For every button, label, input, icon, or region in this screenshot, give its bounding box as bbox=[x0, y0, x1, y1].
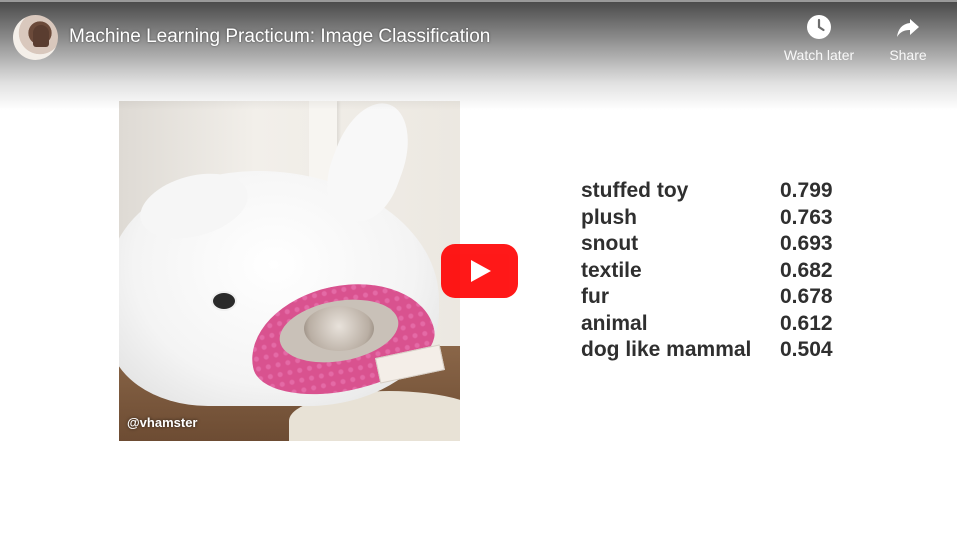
clock-icon bbox=[807, 15, 831, 39]
photo-credit: @vhamster bbox=[127, 415, 198, 430]
prediction-row: stuffed toy 0.799 bbox=[581, 178, 833, 205]
plush-eye bbox=[211, 291, 237, 311]
play-button[interactable] bbox=[441, 244, 518, 298]
prediction-score: 0.763 bbox=[780, 205, 833, 229]
prediction-label: animal bbox=[581, 311, 648, 335]
prediction-label: plush bbox=[581, 205, 637, 229]
prediction-label: snout bbox=[581, 232, 639, 256]
prediction-row: snout 0.693 bbox=[581, 231, 833, 258]
cat-face bbox=[304, 306, 374, 351]
channel-avatar[interactable] bbox=[13, 15, 58, 60]
watch-later-label: Watch later bbox=[783, 47, 855, 63]
prediction-row: plush 0.763 bbox=[581, 205, 833, 232]
watch-later-button[interactable]: Watch later bbox=[776, 14, 862, 63]
example-photo: @vhamster bbox=[119, 101, 460, 441]
prediction-row: dog like mammal 0.504 bbox=[581, 337, 833, 364]
prediction-row: animal 0.612 bbox=[581, 311, 833, 338]
prediction-label: stuffed toy bbox=[581, 179, 689, 203]
top-divider bbox=[0, 0, 957, 2]
prediction-score: 0.799 bbox=[780, 179, 833, 203]
video-frame[interactable]: @vhamster stuffed toy 0.799 plush 0.763 … bbox=[0, 0, 957, 538]
prediction-score: 0.682 bbox=[780, 258, 833, 282]
video-title[interactable]: Machine Learning Practicum: Image Classi… bbox=[69, 26, 490, 48]
prediction-label: dog like mammal bbox=[581, 338, 752, 362]
share-label: Share bbox=[889, 47, 927, 63]
prediction-score: 0.693 bbox=[780, 232, 833, 256]
prediction-score: 0.612 bbox=[780, 311, 833, 335]
prediction-score: 0.678 bbox=[780, 285, 833, 309]
avatar-figure bbox=[33, 25, 49, 47]
share-button[interactable]: Share bbox=[880, 14, 936, 63]
prediction-label: fur bbox=[581, 285, 609, 309]
prediction-row: textile 0.682 bbox=[581, 258, 833, 285]
prediction-label: textile bbox=[581, 258, 642, 282]
prediction-list: stuffed toy 0.799 plush 0.763 snout 0.69… bbox=[581, 178, 833, 364]
share-arrow-icon bbox=[897, 19, 919, 37]
prediction-row: fur 0.678 bbox=[581, 284, 833, 311]
prediction-score: 0.504 bbox=[780, 338, 833, 362]
